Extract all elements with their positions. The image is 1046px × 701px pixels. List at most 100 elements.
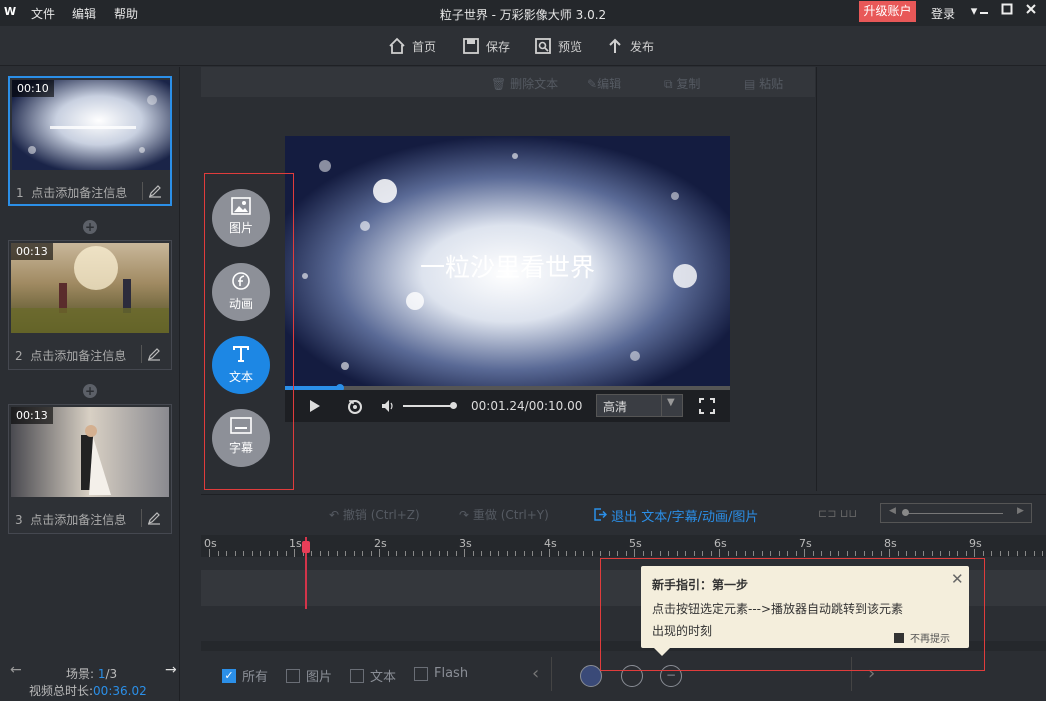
maximize-icon[interactable] — [998, 3, 1016, 21]
chevron-down-icon: ▼ — [667, 397, 675, 408]
delete-text-button[interactable]: 🗑 删除文本 — [491, 75, 558, 92]
filter-flash-checkbox[interactable]: Flash — [414, 666, 468, 681]
ruler-tick — [727, 551, 729, 556]
scene-note[interactable]: 1 点击添加备注信息 — [16, 184, 127, 201]
edit-button[interactable]: ✎编辑 — [587, 75, 621, 92]
time-ruler[interactable]: 0s1s2s3s4s5s6s7s8s9s10s — [201, 535, 1046, 557]
video-title-text[interactable]: 一粒沙里看世界 — [285, 248, 730, 284]
paste-button[interactable]: ▤ 粘贴 — [744, 75, 783, 92]
zoom-handle[interactable] — [902, 509, 909, 516]
save-button[interactable]: 保存 — [462, 36, 510, 56]
upgrade-account-button[interactable]: 升级账户 — [859, 1, 916, 22]
ruler-tick — [353, 551, 355, 556]
volume-icon[interactable] — [381, 399, 395, 416]
ruler-tick — [319, 551, 321, 556]
ruler-tick — [1016, 551, 1018, 556]
ruler-tick — [889, 549, 890, 557]
redo-button[interactable]: ↷ 重做 (Ctrl+Y) — [459, 506, 549, 523]
divider — [551, 657, 552, 691]
preview-button[interactable]: 预览 — [534, 36, 582, 56]
filter-text-checkbox[interactable]: 文本 — [350, 666, 396, 685]
close-window-icon[interactable] — [1022, 3, 1040, 21]
exit-element-mode-button[interactable]: 退出 文本/字幕/动画/图片 — [594, 506, 758, 525]
zoom-out-icon[interactable]: ◀ — [889, 506, 896, 516]
add-scene-icon[interactable]: + — [83, 220, 97, 234]
play-icon[interactable] — [309, 399, 321, 416]
text-element-button[interactable]: 文本 — [212, 336, 270, 394]
total-duration-label: 视频总时长: — [29, 684, 94, 698]
ruler-tick — [413, 551, 414, 556]
replay-icon[interactable] — [347, 398, 363, 417]
ruler-tick — [464, 549, 465, 557]
dont-show-again-checkbox[interactable]: 不再提示 — [894, 630, 950, 645]
minimize-icon[interactable] — [975, 0, 993, 17]
ruler-tick — [710, 551, 712, 556]
image-element-label: 图片 — [228, 221, 253, 235]
copy-button[interactable]: ⧉ 复制 — [664, 75, 700, 92]
playhead-handle[interactable] — [302, 541, 310, 553]
upload-icon — [609, 38, 621, 53]
animation-element-button[interactable]: 动画 — [212, 263, 270, 321]
ruler-tick — [940, 551, 941, 556]
scene-card[interactable]: 00:13 3 点击添加备注信息 — [8, 404, 172, 534]
ruler-tick — [370, 551, 372, 556]
ruler-tick — [328, 551, 329, 556]
image-element-button[interactable]: 图片 — [212, 189, 270, 247]
ruler-tick — [821, 551, 822, 556]
ruler-tick — [455, 551, 457, 556]
scene-note[interactable]: 2 点击添加备注信息 — [15, 347, 126, 364]
save-label: 保存 — [486, 39, 511, 54]
scene-index: 2 — [15, 349, 23, 363]
home-label: 首页 — [412, 39, 437, 54]
timeline-fit-icon[interactable]: ⊏⊐ ⊔⊔ — [818, 507, 857, 520]
ruler-tick — [379, 549, 380, 557]
publish-button[interactable]: 发布 — [606, 36, 654, 56]
next-scene-arrow-icon[interactable]: → — [165, 662, 177, 678]
prev-element-arrow-icon[interactable]: ‹ — [532, 663, 539, 684]
edit-icon[interactable] — [147, 347, 161, 361]
fullscreen-icon[interactable] — [699, 398, 715, 417]
filter-flash-label: Flash — [434, 666, 469, 681]
scene-card[interactable]: 00:13 2 点击添加备注信息 — [8, 240, 172, 370]
quality-select[interactable]: 高清 ▼ — [596, 394, 683, 417]
scene-note[interactable]: 3 点击添加备注信息 — [15, 511, 126, 528]
scene-card[interactable]: 00:10 1 点击添加备注信息 — [8, 76, 172, 206]
checkbox-box — [414, 666, 428, 681]
divider — [661, 395, 662, 416]
guide-title: 新手指引：第一步 — [652, 578, 749, 592]
ruler-tick — [472, 551, 474, 556]
volume-handle[interactable] — [450, 402, 457, 409]
prev-scene-arrow-icon[interactable]: ← — [10, 662, 22, 678]
animation-element-label: 动画 — [228, 297, 253, 311]
text-icon — [233, 346, 249, 362]
scene-index: 1 — [16, 186, 24, 200]
home-button[interactable]: 首页 — [388, 36, 436, 56]
element-picker: 图片 动画 文本 字幕 — [204, 173, 294, 490]
guide-body-line2: 出现的时刻 — [652, 624, 713, 638]
element-thumb-circle[interactable] — [580, 665, 602, 687]
filter-all-checkbox[interactable]: ✓ 所有 — [222, 666, 268, 685]
ruler-tick-label: 8s — [884, 537, 897, 550]
edit-icon[interactable] — [148, 184, 162, 198]
close-icon[interactable]: ✕ — [951, 570, 964, 588]
ruler-tick — [753, 551, 754, 556]
zoom-slider[interactable]: ◀ ▶ — [880, 503, 1032, 523]
filter-image-checkbox[interactable]: 图片 — [286, 666, 332, 685]
ruler-tick — [608, 551, 610, 556]
subtitle-element-button[interactable]: 字幕 — [212, 409, 270, 467]
edit-icon[interactable] — [147, 511, 161, 525]
save-icon — [463, 38, 479, 54]
ruler-tick — [243, 551, 244, 556]
add-scene-icon[interactable]: + — [83, 384, 97, 398]
ruler-tick — [566, 551, 567, 556]
zoom-in-icon[interactable]: ▶ — [1017, 506, 1024, 516]
volume-slider[interactable] — [403, 405, 453, 407]
guide-tooltip: 新手指引：第一步 ✕ 点击按钮选定元素--->播放器自动跳转到该元素 出现的时刻… — [641, 566, 969, 648]
ruler-tick-label: 3s — [459, 537, 472, 550]
ruler-tick — [532, 551, 533, 556]
login-button[interactable]: 登录 — [931, 5, 955, 22]
undo-button[interactable]: ↶ 撤销 (Ctrl+Z) — [329, 506, 420, 523]
ruler-tick — [396, 551, 397, 556]
ruler-tick — [625, 551, 627, 556]
video-preview[interactable]: 一粒沙里看世界 — [285, 136, 730, 386]
